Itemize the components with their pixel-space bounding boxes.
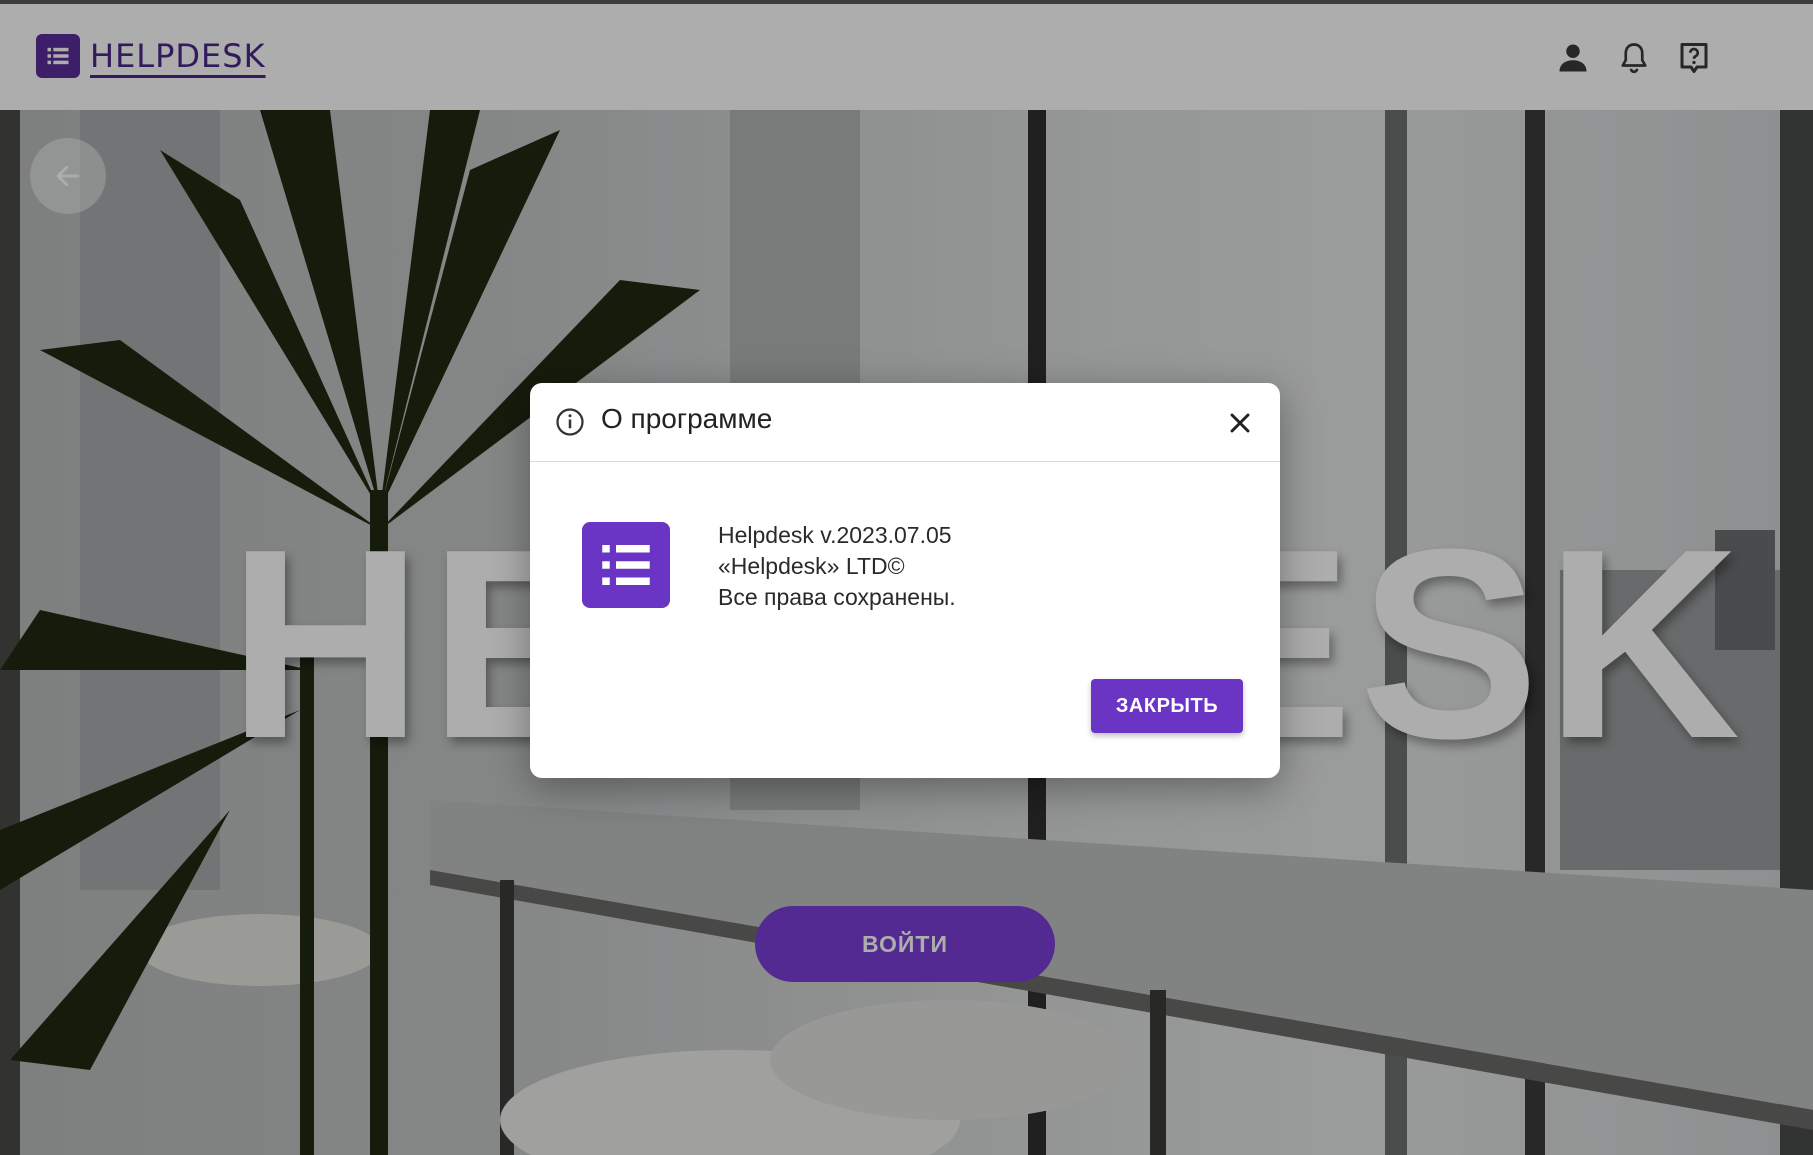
about-dialog: О программе Helpdesk v.2023.07.05 «Helpd… (530, 383, 1280, 778)
app-list-icon (582, 522, 670, 608)
dialog-header: О программе (530, 383, 1280, 462)
version-text: Helpdesk v.2023.07.05 (718, 522, 952, 548)
company-text: «Helpdesk» LTD© (718, 553, 905, 579)
dialog-title: О программе (601, 403, 773, 434)
info-icon (556, 408, 584, 436)
about-info: Helpdesk v.2023.07.05 «Helpdesk» LTD© Вс… (718, 520, 956, 613)
close-button[interactable]: ЗАКРЫТЬ (1091, 679, 1243, 733)
close-icon[interactable] (1224, 407, 1256, 439)
rights-text: Все права сохранены. (718, 584, 956, 610)
